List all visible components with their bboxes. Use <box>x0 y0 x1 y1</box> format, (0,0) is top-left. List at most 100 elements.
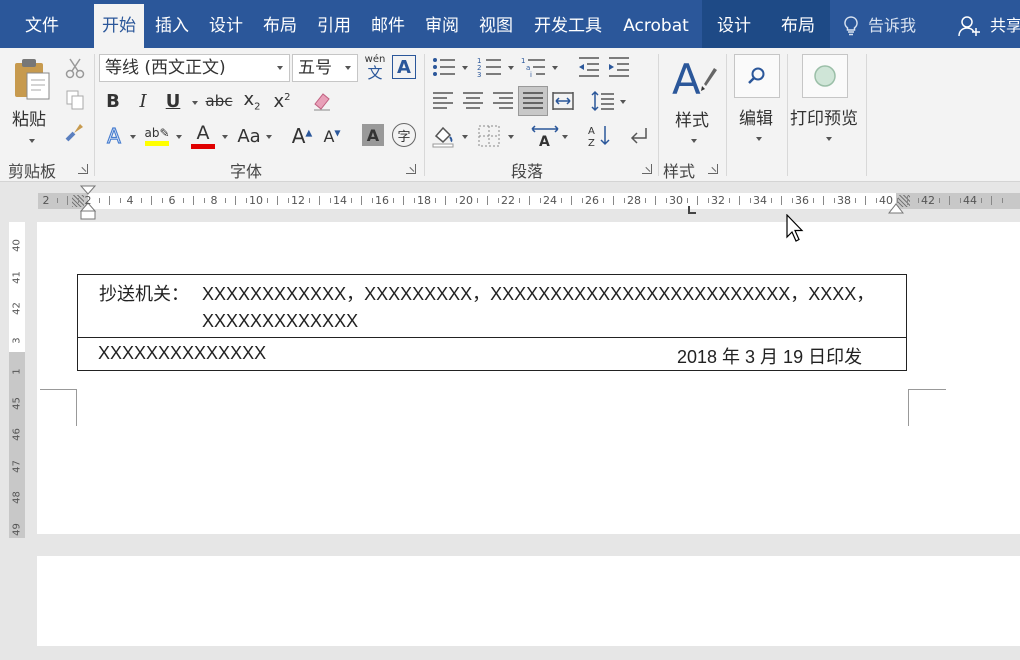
ruler-tick <box>308 198 310 203</box>
distributed-button[interactable] <box>550 88 576 114</box>
paste-label: 粘贴 <box>12 110 46 130</box>
tab-insert[interactable]: 插入 <box>150 0 194 48</box>
ruler-tick <box>98 198 100 203</box>
italic-button[interactable]: I <box>132 88 154 114</box>
borders-button[interactable] <box>476 122 502 150</box>
tab-review[interactable]: 审阅 <box>420 0 464 48</box>
tab-developer[interactable]: 开发工具 <box>528 0 608 48</box>
styles-group-label: 样式 <box>663 162 696 181</box>
tab-view[interactable]: 视图 <box>474 0 518 48</box>
superscript-button[interactable]: x2 <box>270 88 294 114</box>
print-preview-dropdown-arrow[interactable] <box>826 137 832 141</box>
chinese-layout-dropdown-arrow[interactable] <box>562 135 568 139</box>
paragraph-launcher-icon[interactable] <box>642 164 652 174</box>
tab-design[interactable]: 设计 <box>204 0 248 48</box>
font-name-dropdown-arrow[interactable] <box>277 66 283 70</box>
font-launcher-icon[interactable] <box>406 164 416 174</box>
font-name-value: 等线 (西文正文) <box>105 58 226 78</box>
tab-acrobat[interactable]: Acrobat <box>616 0 696 48</box>
paste-dropdown-arrow[interactable] <box>29 139 35 143</box>
vertical-ruler[interactable]: 40 41 42 3 1 45 46 47 48 49 <box>3 222 29 538</box>
tab-home[interactable]: 开始 <box>94 4 144 48</box>
bold-button[interactable]: B <box>102 88 124 114</box>
document-next-page[interactable] <box>37 556 1020 646</box>
bullets-button[interactable] <box>430 54 458 80</box>
shading-button[interactable] <box>430 122 456 150</box>
character-border-button[interactable]: A <box>392 55 416 79</box>
grow-font-button[interactable]: A▲ <box>290 122 314 150</box>
line-spacing-button[interactable] <box>590 88 616 114</box>
change-case-button[interactable]: Aa <box>234 122 264 150</box>
character-shading-button[interactable]: A <box>362 124 384 146</box>
ruler-tick <box>613 196 614 205</box>
ruler-number: 20 <box>459 194 473 207</box>
tab-mailings[interactable]: 邮件 <box>366 0 410 48</box>
shrink-font-icon: A▼ <box>323 126 341 146</box>
numbering-button[interactable]: 123 <box>476 54 504 80</box>
decrease-indent-button[interactable] <box>576 54 602 80</box>
tab-layout[interactable]: 布局 <box>258 0 302 48</box>
clear-formatting-button[interactable] <box>310 88 334 114</box>
cut-button[interactable] <box>63 56 87 80</box>
table-move-marker-right[interactable] <box>898 195 910 207</box>
chinese-layout-button[interactable]: A <box>530 122 560 150</box>
horizontal-ruler[interactable]: 2 2 4 6 8 10 12 14 16 18 20 22 24 26 28 30 32 34 36 38 40 42 4… <box>0 183 1020 220</box>
crop-mark-left <box>40 389 77 426</box>
tab-file[interactable]: 文件 <box>14 0 70 48</box>
text-effects-dropdown-arrow[interactable] <box>130 135 136 139</box>
ruler-tick <box>445 196 446 205</box>
editing-button[interactable] <box>734 54 780 98</box>
underline-dropdown-arrow[interactable] <box>192 101 198 105</box>
document-page[interactable] <box>37 222 1020 534</box>
ruler-tick <box>959 198 961 203</box>
styles-launcher-icon[interactable] <box>708 164 718 174</box>
sort-button[interactable]: AZ <box>586 122 612 150</box>
subscript-button[interactable]: x2 <box>240 88 264 114</box>
tab-table-design[interactable]: 设计 <box>702 0 766 48</box>
table-column-marker-icon[interactable] <box>687 205 697 215</box>
ruler-tick <box>161 198 163 203</box>
multilevel-list-button[interactable]: 1ai <box>520 54 548 80</box>
editing-dropdown-arrow[interactable] <box>756 137 762 141</box>
font-color-dropdown-arrow[interactable] <box>222 135 228 139</box>
increase-indent-button[interactable] <box>606 54 632 80</box>
bullets-dropdown-arrow[interactable] <box>462 66 468 70</box>
styles-dropdown-arrow[interactable] <box>691 139 697 143</box>
font-size-dropdown-arrow[interactable] <box>345 66 351 70</box>
borders-dropdown-arrow[interactable] <box>508 135 514 139</box>
copy-button[interactable] <box>63 88 87 112</box>
justify-button[interactable] <box>518 86 548 116</box>
multilevel-dropdown-arrow[interactable] <box>552 66 558 70</box>
line-spacing-dropdown-arrow[interactable] <box>620 100 626 104</box>
shading-dropdown-arrow[interactable] <box>462 135 468 139</box>
clipboard-launcher-icon[interactable] <box>78 164 88 174</box>
align-right-button[interactable] <box>490 88 516 114</box>
font-color-button[interactable]: A <box>190 120 216 150</box>
show-marks-button[interactable] <box>626 122 652 150</box>
vruler-number: 49 <box>11 522 23 536</box>
align-center-button[interactable] <box>460 88 486 114</box>
underline-button[interactable]: U <box>162 88 184 114</box>
shrink-font-button[interactable]: A▼ <box>320 122 344 150</box>
share-button[interactable]: 共享 <box>958 0 1020 48</box>
tab-table-layout[interactable]: 布局 <box>766 0 830 48</box>
font-size-combo[interactable]: 五号 <box>292 54 358 82</box>
ruler-tick <box>245 198 247 203</box>
format-painter-button[interactable] <box>63 120 87 144</box>
change-case-dropdown-arrow[interactable] <box>266 135 272 139</box>
tab-references[interactable]: 引用 <box>312 0 356 48</box>
clipboard-group-label: 剪贴板 <box>8 162 57 181</box>
highlight-dropdown-arrow[interactable] <box>176 135 182 139</box>
styles-button[interactable]: A <box>668 52 720 102</box>
highlight-color-button[interactable]: ab✎ <box>144 120 170 150</box>
phonetic-guide-button[interactable]: wén 文 <box>362 52 388 84</box>
tell-me-box[interactable]: 告诉我 <box>842 0 916 48</box>
font-name-combo[interactable]: 等线 (西文正文) <box>99 54 290 82</box>
paste-button[interactable] <box>8 54 56 102</box>
numbering-dropdown-arrow[interactable] <box>508 66 514 70</box>
print-preview-button[interactable] <box>802 54 848 98</box>
strikethrough-button[interactable]: abc <box>204 88 234 114</box>
align-left-button[interactable] <box>430 88 456 114</box>
enclose-characters-button[interactable]: 字 <box>392 123 416 147</box>
text-effects-button[interactable]: A <box>102 122 126 150</box>
